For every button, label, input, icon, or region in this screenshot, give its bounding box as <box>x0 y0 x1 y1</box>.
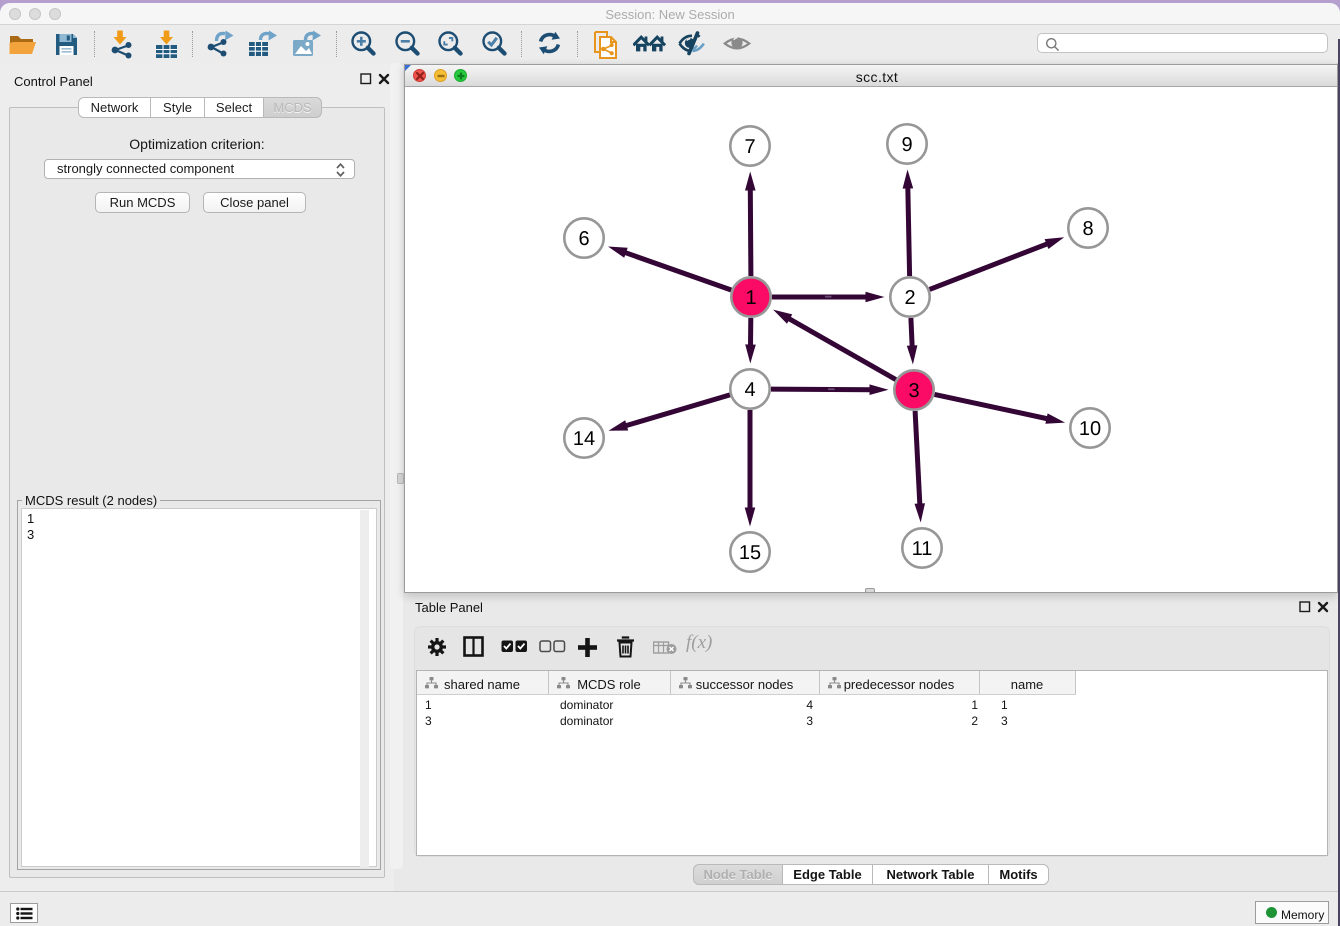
svg-text:6: 6 <box>578 228 589 250</box>
svg-text:14: 14 <box>573 428 595 450</box>
svg-text:3: 3 <box>908 380 919 402</box>
svg-text:4: 4 <box>744 379 755 401</box>
svg-text:7: 7 <box>744 136 755 158</box>
svg-text:2: 2 <box>904 287 915 309</box>
svg-text:9: 9 <box>901 134 912 156</box>
svg-text:15: 15 <box>739 542 761 564</box>
svg-text:1: 1 <box>745 287 756 309</box>
svg-text:8: 8 <box>1082 218 1093 240</box>
svg-text:11: 11 <box>912 538 933 560</box>
svg-text:10: 10 <box>1079 418 1101 440</box>
